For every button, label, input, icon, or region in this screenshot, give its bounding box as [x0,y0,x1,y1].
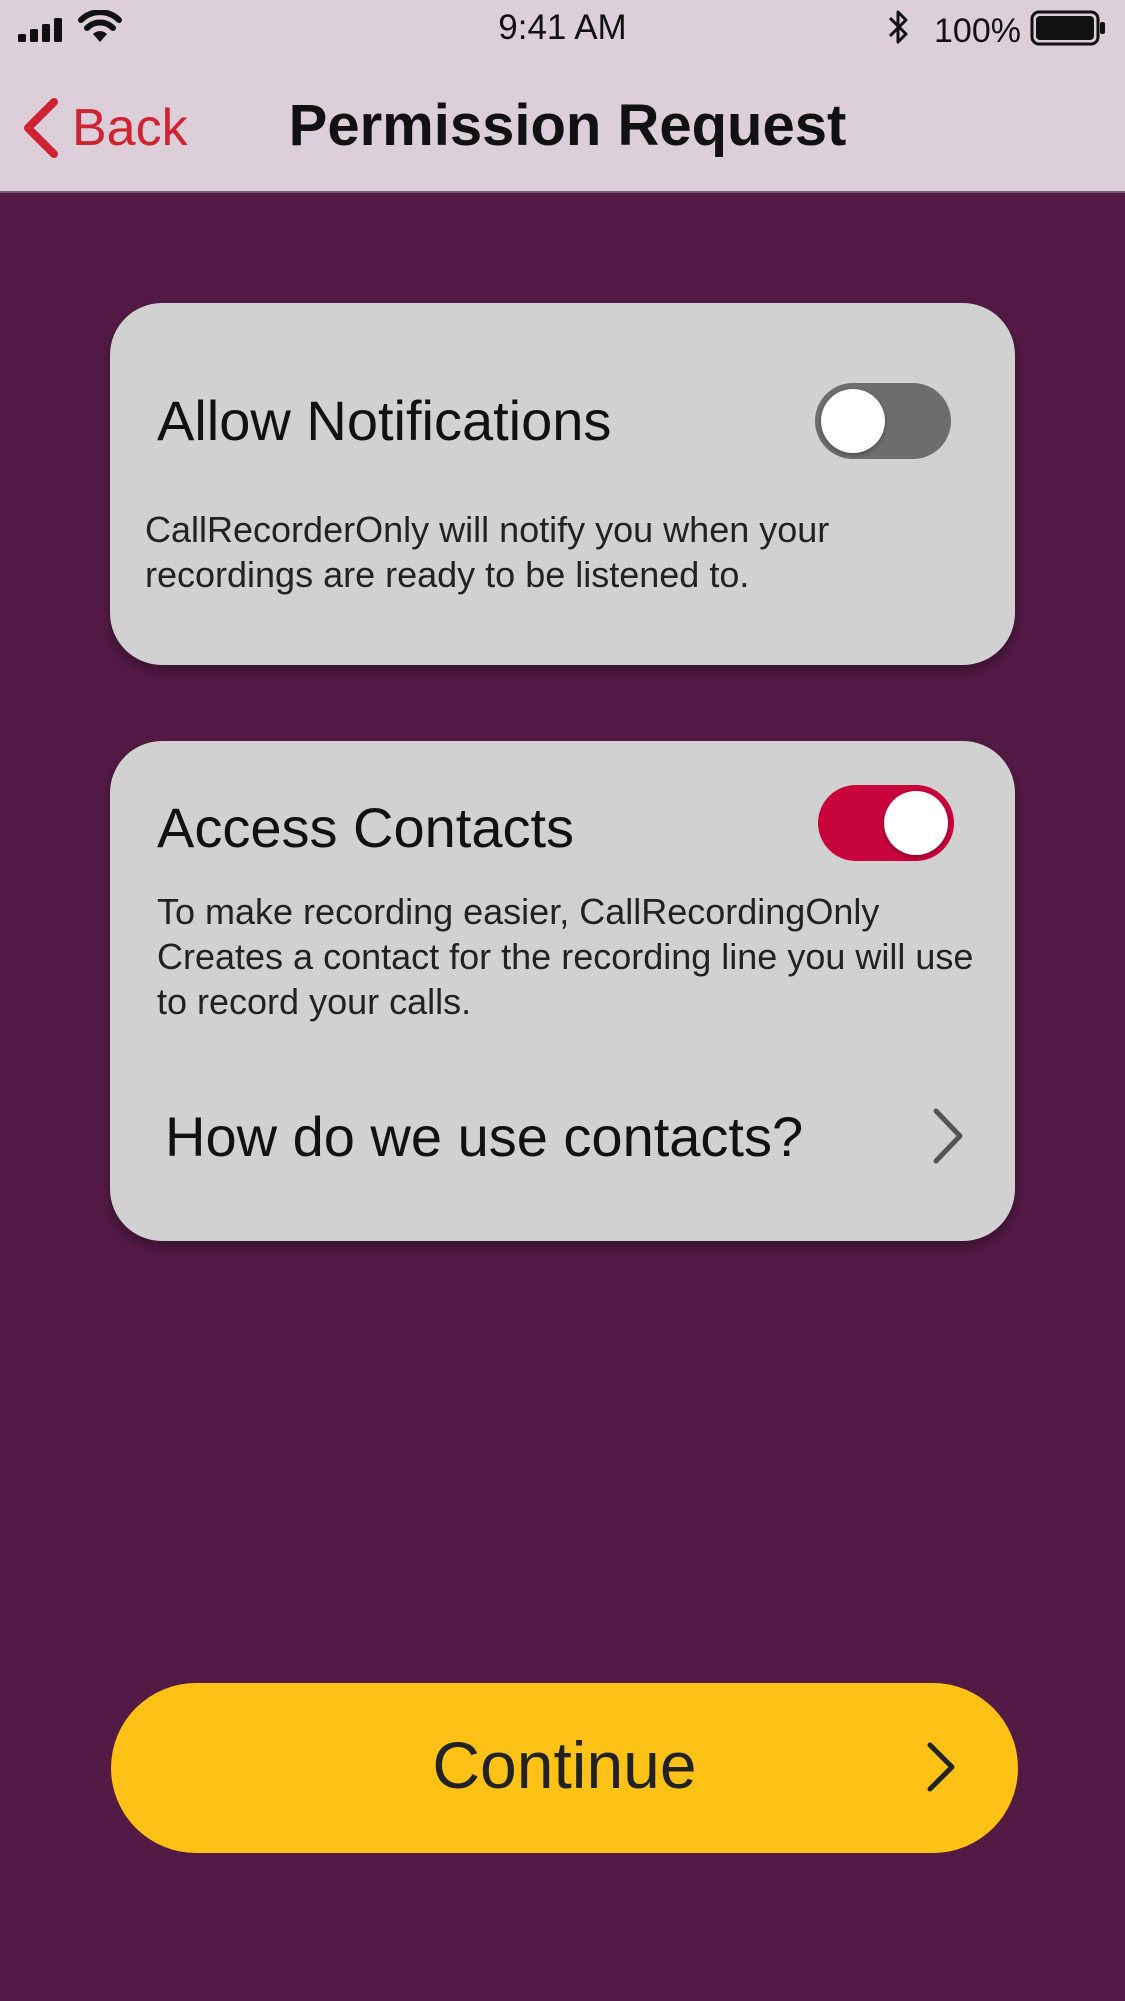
notifications-title: Allow Notifications [157,389,612,452]
how-we-use-contacts-link[interactable]: How do we use contacts? [165,1091,965,1181]
contacts-description: To make recording easier, CallRecordingO… [157,891,974,1022]
contacts-title: Access Contacts [157,796,575,859]
notifications-permission-card: Allow Notifications CallRecorderOnly wil… [110,303,1015,665]
navigation-header: 9:41 AM 100% Back Permission Request [0,0,1125,193]
bluetooth-icon [888,10,908,44]
notifications-toggle[interactable] [815,383,951,459]
contacts-permission-card: Access Contacts To make recording easier… [110,741,1015,1241]
continue-label: Continue [432,1728,697,1802]
continue-button[interactable]: Continue [111,1683,1018,1853]
chevron-right-icon [933,1108,963,1164]
battery-icon [1030,10,1105,46]
how-we-use-contacts-label: How do we use contacts? [165,1104,804,1168]
battery-percentage: 100% [934,12,1021,50]
toggle-knob [884,791,948,855]
toggle-knob [821,389,885,453]
status-bar: 9:41 AM 100% [0,0,1125,60]
page-title: Permission Request [288,93,847,158]
notifications-description: CallRecorderOnly will notify you when yo… [145,509,830,595]
contacts-toggle[interactable] [818,785,954,861]
chevron-right-icon [927,1742,955,1792]
